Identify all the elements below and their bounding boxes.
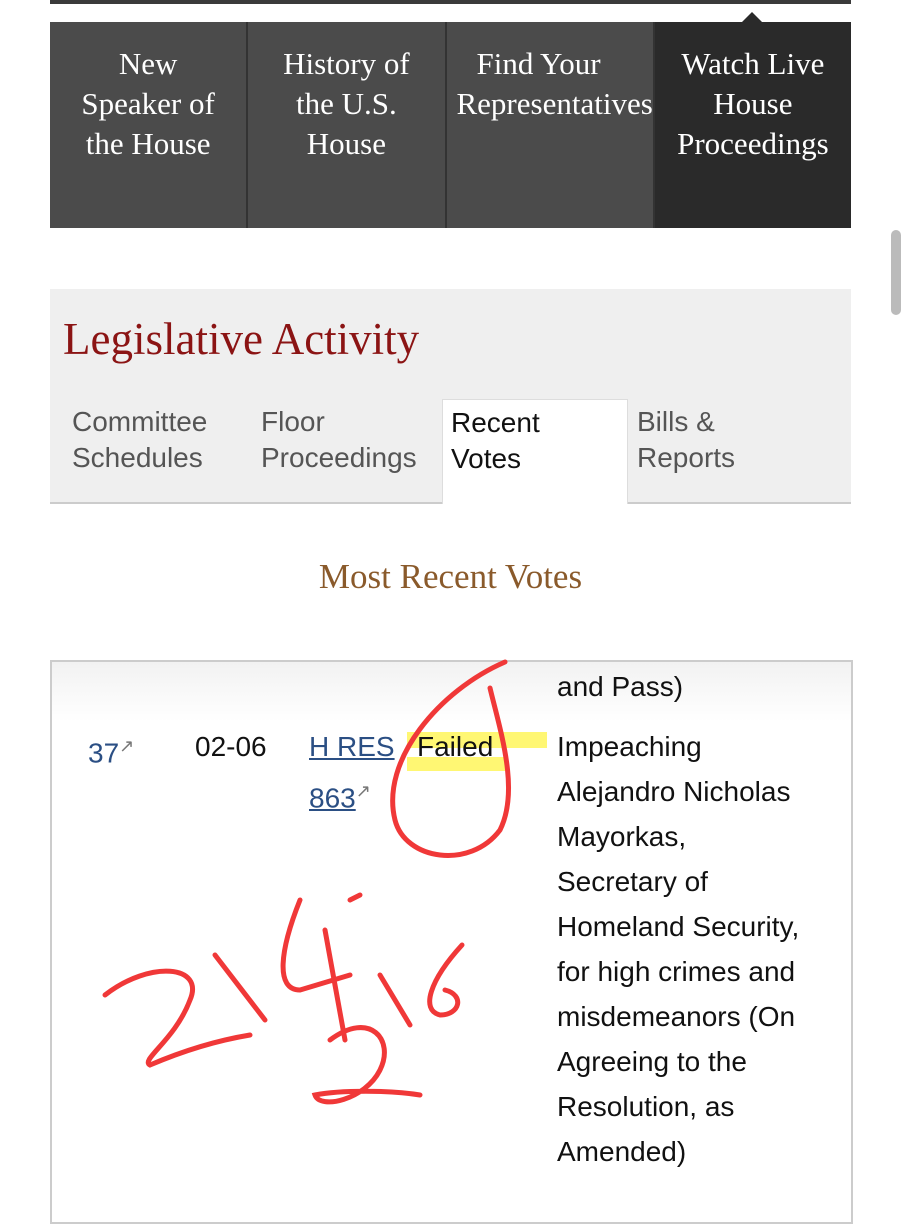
digit-6 [427, 942, 465, 1018]
digit-1 [212, 952, 268, 1023]
digit-2 [102, 968, 253, 1068]
digit-2 [311, 1025, 423, 1105]
circle-mark [390, 659, 512, 858]
digit-4 [280, 897, 353, 1043]
handwritten-annotation [102, 659, 512, 1105]
scrollbar[interactable] [891, 230, 901, 315]
dash-mark [347, 892, 363, 903]
digit-1 [377, 972, 413, 1028]
